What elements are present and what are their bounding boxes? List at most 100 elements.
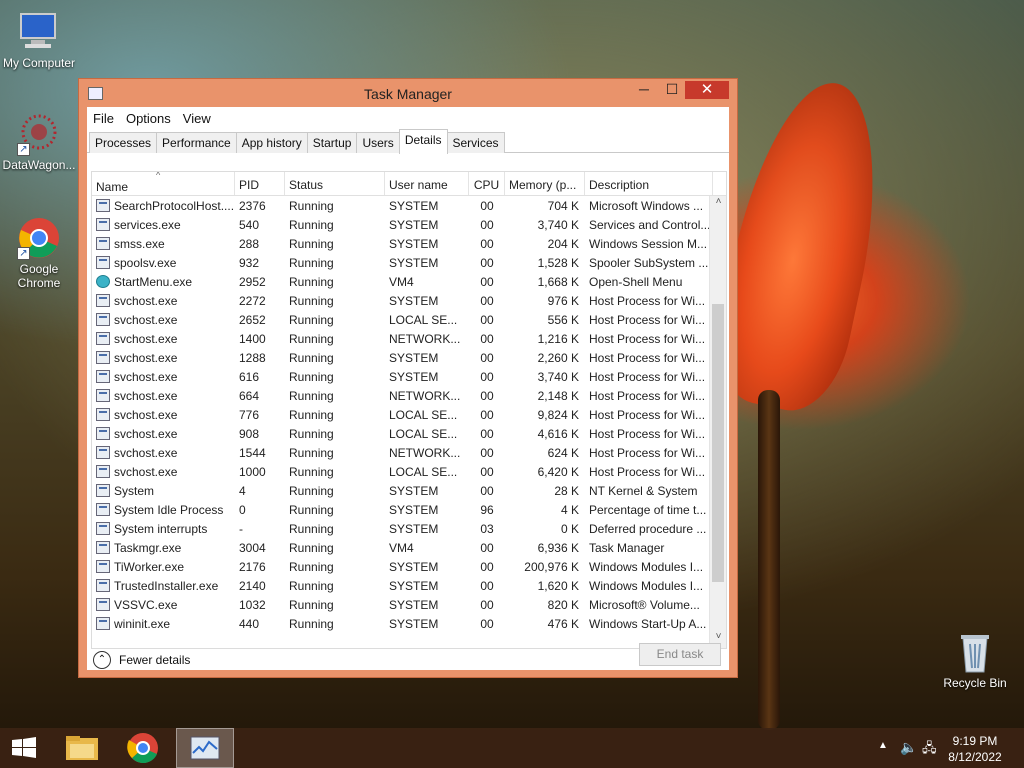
table-row[interactable]: wininit.exe 440 Running SYSTEM 00 476 K Window… (92, 614, 726, 633)
process-memory: 200,976 K (524, 559, 579, 574)
process-memory: 4,616 K (537, 426, 579, 441)
table-row[interactable]: TiWorker.exe 2176 Running SYSTEM 00 200,976 K… (92, 557, 726, 576)
taskbar-file-explorer[interactable] (54, 728, 112, 768)
process-pid: 1400 (239, 331, 266, 346)
tab-startup[interactable]: Startup (306, 132, 358, 153)
process-cpu: 00 (480, 350, 494, 365)
wallpaper-stem (758, 390, 780, 730)
process-description: Percentage of time t... (589, 502, 707, 517)
network-icon[interactable]: 🖧 (922, 739, 937, 761)
scrollbar-thumb[interactable] (712, 304, 724, 582)
table-row[interactable]: svchost.exe 908 Running LOCAL SE... 00 4,616 … (92, 424, 726, 443)
table-row[interactable]: spoolsv.exe 932 Running SYSTEM 00 1,528 K Spoo… (92, 253, 726, 272)
process-user: SYSTEM (389, 236, 439, 251)
process-user: VM4 (389, 540, 414, 555)
column-header-status[interactable]: Status (285, 172, 385, 195)
table-row[interactable]: TrustedInstaller.exe 2140 Running SYSTEM 00 1… (92, 576, 726, 595)
process-name-cell: svchost.exe (92, 427, 235, 441)
desktop-icon-google-chrome[interactable]: ↗ Google Chrome (0, 216, 78, 290)
desktop-icon-label: DataWagon... (2, 158, 76, 172)
title-bar[interactable]: Task Manager ─ ☐ ✕ (79, 79, 737, 107)
process-pid: 540 (239, 217, 260, 232)
process-pid: 2952 (239, 274, 266, 289)
process-pid: 2272 (239, 293, 266, 308)
process-icon (96, 313, 110, 326)
process-name-cell: TrustedInstaller.exe (92, 579, 235, 593)
desktop-icon-recycle-bin[interactable]: Recycle Bin (936, 630, 1014, 690)
process-user: LOCAL SE... (389, 407, 458, 422)
table-row[interactable]: svchost.exe 2272 Running SYSTEM 00 976 K Host … (92, 291, 726, 310)
process-pid: 0 (239, 502, 246, 517)
shortcut-arrow-icon: ↗ (17, 143, 30, 156)
taskbar-chrome[interactable] (114, 728, 172, 768)
table-row[interactable]: svchost.exe 1000 Running LOCAL SE... 00 6,420… (92, 462, 726, 481)
start-button[interactable] (0, 728, 58, 768)
tab-details[interactable]: Details (398, 129, 448, 154)
tab-performance[interactable]: Performance (156, 132, 237, 153)
process-name-cell: svchost.exe (92, 389, 235, 403)
process-name-cell: svchost.exe (92, 313, 235, 327)
process-memory: 9,824 K (537, 407, 579, 422)
table-row[interactable]: svchost.exe 616 Running SYSTEM 00 3,740 K Host… (92, 367, 726, 386)
column-header-description[interactable]: Description (585, 172, 713, 195)
table-row[interactable]: svchost.exe 1400 Running NETWORK... 00 1,216 … (92, 329, 726, 348)
table-row[interactable]: svchost.exe 1288 Running SYSTEM 00 2,260 K Hos… (92, 348, 726, 367)
process-description: Spooler SubSystem ... (589, 255, 709, 270)
window-footer: ⌃ Fewer details End task (87, 643, 729, 670)
show-hidden-icons-icon[interactable]: ▲ (878, 740, 888, 751)
process-status: Running (289, 616, 334, 631)
table-row[interactable]: StartMenu.exe 2952 Running VM4 00 1,668 K Open… (92, 272, 726, 291)
process-cpu: 00 (480, 331, 494, 346)
process-memory: 3,740 K (537, 217, 579, 232)
taskbar-task-manager[interactable] (176, 728, 234, 768)
desktop-icon-my-computer[interactable]: My Computer (0, 10, 78, 70)
maximize-button[interactable]: ☐ (659, 81, 685, 99)
volume-muted-icon[interactable]: 🔈 (900, 739, 917, 756)
column-header-memory[interactable]: Memory (p... (505, 172, 585, 195)
process-memory: 0 K (560, 521, 579, 536)
process-description: Deferred procedure ... (589, 521, 707, 536)
process-cpu: 96 (480, 502, 494, 517)
menu-options[interactable]: Options (126, 111, 171, 126)
process-name: System (114, 483, 155, 498)
desktop-icon-datawagon[interactable]: ↗ DataWagon... (0, 112, 78, 172)
tab-users[interactable]: Users (356, 132, 400, 153)
table-row[interactable]: svchost.exe 1544 Running NETWORK... 00 624 K H… (92, 443, 726, 462)
process-name-cell: svchost.exe (92, 294, 235, 308)
table-row[interactable]: SearchProtocolHost.... 2376 Running SYSTEM 0… (92, 196, 726, 215)
table-row[interactable]: Taskmgr.exe 3004 Running VM4 00 6,936 K Task M… (92, 538, 726, 557)
tab-app-history[interactable]: App history (235, 132, 308, 153)
column-header-user-name[interactable]: User name (385, 172, 469, 195)
process-name: StartMenu.exe (114, 274, 193, 289)
table-row[interactable]: VSSVC.exe 1032 Running SYSTEM 00 820 K Microso… (92, 595, 726, 614)
process-name: services.exe (114, 217, 181, 232)
clock[interactable]: 9:19 PM 8/12/2022 (940, 733, 1010, 765)
process-pid: 776 (239, 407, 260, 422)
table-row[interactable]: System interrupts - Running SYSTEM 03 0 K Defe… (92, 519, 726, 538)
process-icon (96, 218, 110, 231)
column-header-name[interactable]: Name ^ (92, 172, 235, 195)
column-header-pid[interactable]: PID (235, 172, 285, 195)
close-button[interactable]: ✕ (685, 81, 729, 99)
process-user: SYSTEM (389, 483, 439, 498)
vertical-scrollbar[interactable]: ˄ ˅ (709, 196, 726, 648)
menu-view[interactable]: View (183, 111, 211, 126)
table-row[interactable]: System Idle Process 0 Running SYSTEM 96 4 K Pe… (92, 500, 726, 519)
fewer-details-button[interactable]: ⌃ Fewer details (93, 651, 190, 669)
process-icon (96, 541, 110, 554)
tab-services[interactable]: Services (446, 132, 505, 153)
scroll-up-icon[interactable]: ˄ (710, 196, 726, 213)
process-status: Running (289, 312, 334, 327)
column-header-cpu[interactable]: CPU (469, 172, 505, 195)
minimize-button[interactable]: ─ (631, 81, 657, 99)
menu-file[interactable]: File (93, 111, 114, 126)
end-task-button[interactable]: End task (639, 643, 721, 666)
table-row[interactable]: smss.exe 288 Running SYSTEM 00 204 K Windows S… (92, 234, 726, 253)
table-row[interactable]: services.exe 540 Running SYSTEM 00 3,740 K Ser… (92, 215, 726, 234)
process-pid: 908 (239, 426, 260, 441)
table-row[interactable]: svchost.exe 664 Running NETWORK... 00 2,148 K… (92, 386, 726, 405)
table-row[interactable]: svchost.exe 2652 Running LOCAL SE... 00 556 K… (92, 310, 726, 329)
table-row[interactable]: System 4 Running SYSTEM 00 28 K NT Kernel & Sy… (92, 481, 726, 500)
tab-processes[interactable]: Processes (89, 132, 158, 153)
table-row[interactable]: svchost.exe 776 Running LOCAL SE... 00 9,824 … (92, 405, 726, 424)
